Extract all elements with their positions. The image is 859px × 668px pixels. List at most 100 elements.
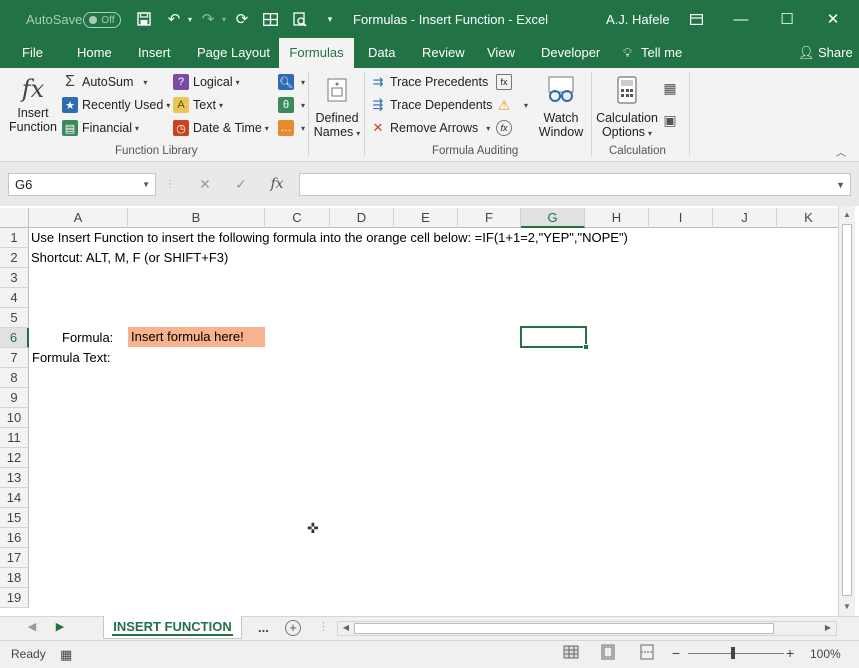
cell-a7[interactable]: Formula Text: [32, 348, 111, 368]
user-name[interactable]: A.J. Hafele [606, 0, 670, 38]
fill-handle[interactable] [583, 344, 589, 350]
cell-a1[interactable]: Use Insert Function to insert the follow… [31, 228, 628, 248]
column-header-i[interactable]: I [649, 208, 713, 228]
table-icon[interactable] [258, 0, 282, 38]
macro-recording-icon[interactable]: ▦ [60, 647, 72, 663]
autosave-toggle[interactable]: Off [83, 12, 121, 28]
column-header-e[interactable]: E [394, 208, 458, 228]
cell-a6[interactable]: Formula: [62, 328, 113, 348]
error-checking-button[interactable]: ⚠ ▾ [496, 97, 528, 113]
expand-formula-bar-icon[interactable]: ▼ [836, 180, 845, 190]
recently-used-button[interactable]: ★ Recently Used ▾ [62, 97, 170, 113]
autosum-button[interactable]: Σ AutoSum ▾ [62, 73, 147, 90]
tab-review[interactable]: Review [412, 38, 475, 68]
column-header-a[interactable]: A [29, 208, 128, 228]
insert-function-fx-icon[interactable]: fx [262, 173, 292, 196]
tab-page-layout[interactable]: Page Layout [187, 38, 280, 68]
tab-file[interactable]: File [12, 38, 53, 68]
refresh-icon[interactable]: ⟳ [230, 0, 254, 38]
date-time-button[interactable]: ◷ Date & Time ▾ [173, 120, 269, 136]
tab-data[interactable]: Data [358, 38, 405, 68]
row-header-3[interactable]: 3 [0, 268, 29, 288]
formula-bar-dots-icon[interactable]: ⋮ [163, 173, 177, 196]
show-formulas-button[interactable]: fx [496, 74, 516, 90]
column-header-j[interactable]: J [713, 208, 777, 228]
new-sheet-icon[interactable]: + [285, 620, 301, 636]
scroll-right-icon[interactable]: ▶ [820, 623, 836, 632]
normal-view-icon[interactable] [563, 644, 579, 663]
enter-entry-icon[interactable]: ✓ [226, 173, 256, 196]
insert-function-button[interactable]: fx Insert Function [8, 76, 58, 134]
name-box[interactable]: G6 ▼ [8, 173, 156, 196]
next-sheet-icon[interactable]: ▶ [52, 620, 68, 633]
tab-splitter-icon[interactable]: ⋮ [318, 620, 329, 633]
print-preview-icon[interactable] [288, 0, 312, 38]
share-button[interactable]: 👤︎ Share [792, 38, 859, 68]
scroll-left-icon[interactable]: ◀ [338, 623, 354, 632]
row-header-19[interactable]: 19 [0, 588, 29, 608]
cell-b6-orange[interactable]: Insert formula here! [128, 327, 265, 347]
calculate-now-button[interactable]: ▦ [662, 80, 682, 96]
more-functions-button[interactable]: … ▾ [278, 120, 305, 136]
row-header-17[interactable]: 17 [0, 548, 29, 568]
row-header-9[interactable]: 9 [0, 388, 29, 408]
active-cell-g6[interactable] [520, 326, 589, 350]
row-header-4[interactable]: 4 [0, 288, 29, 308]
row-header-7[interactable]: 7 [0, 348, 29, 368]
row-header-1[interactable]: 1 [0, 228, 29, 248]
column-header-b[interactable]: B [128, 208, 265, 228]
previous-sheet-icon[interactable]: ◀ [24, 620, 40, 633]
zoom-slider-thumb[interactable] [731, 647, 735, 659]
worksheet-grid[interactable]: ABCDEFGHIJK 1 2 3 4 5 6 7 8 9 10 11 12 13 14 15 16 17 18 1… [0, 206, 838, 616]
watch-window-button[interactable]: Watch Window [536, 76, 586, 139]
zoom-in-icon[interactable]: + [786, 645, 794, 661]
row-header-5[interactable]: 5 [0, 308, 29, 328]
calculation-options-button[interactable]: Calculation Options ▾ [596, 76, 658, 141]
tab-formulas[interactable]: Formulas [279, 38, 354, 68]
customize-qat-icon[interactable]: ▾ [318, 0, 342, 38]
row-header-2[interactable]: 2 [0, 248, 29, 268]
save-icon[interactable] [132, 0, 156, 38]
vertical-scrollbar[interactable]: ▲ ▼ [838, 206, 855, 616]
horizontal-scrollbar[interactable]: ◀ ▶ [337, 621, 837, 636]
scroll-up-icon[interactable]: ▲ [839, 210, 855, 219]
page-layout-view-icon[interactable] [600, 644, 616, 663]
column-header-k[interactable]: K [777, 208, 838, 228]
formula-input[interactable]: ▼ [299, 173, 851, 196]
tab-insert[interactable]: Insert [128, 38, 181, 68]
close-icon[interactable]: ✕ [810, 0, 856, 38]
chevron-down-icon[interactable]: ▼ [142, 174, 150, 195]
logical-button[interactable]: ? Logical ▾ [173, 74, 240, 90]
row-header-13[interactable]: 13 [0, 468, 29, 488]
column-header-h[interactable]: H [585, 208, 649, 228]
row-header-15[interactable]: 15 [0, 508, 29, 528]
collapse-ribbon-icon[interactable]: ︿ [836, 144, 846, 159]
more-sheets-button[interactable]: ... [258, 620, 269, 635]
tab-home[interactable]: Home [67, 38, 122, 68]
trace-dependents-button[interactable]: ⇶ Trace Dependents [370, 97, 493, 113]
tell-me-search[interactable]: 💡︎ Tell me [617, 38, 692, 68]
column-header-d[interactable]: D [330, 208, 394, 228]
vertical-scroll-thumb[interactable] [842, 224, 852, 596]
calculate-sheet-button[interactable]: ▣ [662, 112, 682, 128]
row-header-10[interactable]: 10 [0, 408, 29, 428]
row-header-16[interactable]: 16 [0, 528, 29, 548]
evaluate-formula-button[interactable]: fx [496, 120, 516, 136]
cell-a2[interactable]: Shortcut: ALT, M, F (or SHIFT+F3) [31, 248, 228, 268]
column-header-g[interactable]: G [521, 208, 585, 228]
cancel-entry-icon[interactable]: ✕ [190, 173, 220, 196]
row-header-12[interactable]: 12 [0, 448, 29, 468]
zoom-out-icon[interactable]: − [672, 645, 680, 661]
row-header-14[interactable]: 14 [0, 488, 29, 508]
lookup-reference-button[interactable]: 🔍︎ ▾ [278, 74, 305, 90]
scroll-down-icon[interactable]: ▼ [839, 602, 855, 611]
column-header-c[interactable]: C [265, 208, 330, 228]
column-header-f[interactable]: F [458, 208, 521, 228]
sheet-tab-insert-function[interactable]: INSERT FUNCTION [103, 616, 242, 639]
tab-view[interactable]: View [477, 38, 525, 68]
maximize-icon[interactable]: ☐ [764, 0, 810, 38]
trace-precedents-button[interactable]: ⇉ Trace Precedents [370, 74, 489, 90]
row-header-11[interactable]: 11 [0, 428, 29, 448]
ribbon-display-options-icon[interactable] [673, 0, 719, 38]
minimize-icon[interactable]: — [718, 0, 764, 38]
